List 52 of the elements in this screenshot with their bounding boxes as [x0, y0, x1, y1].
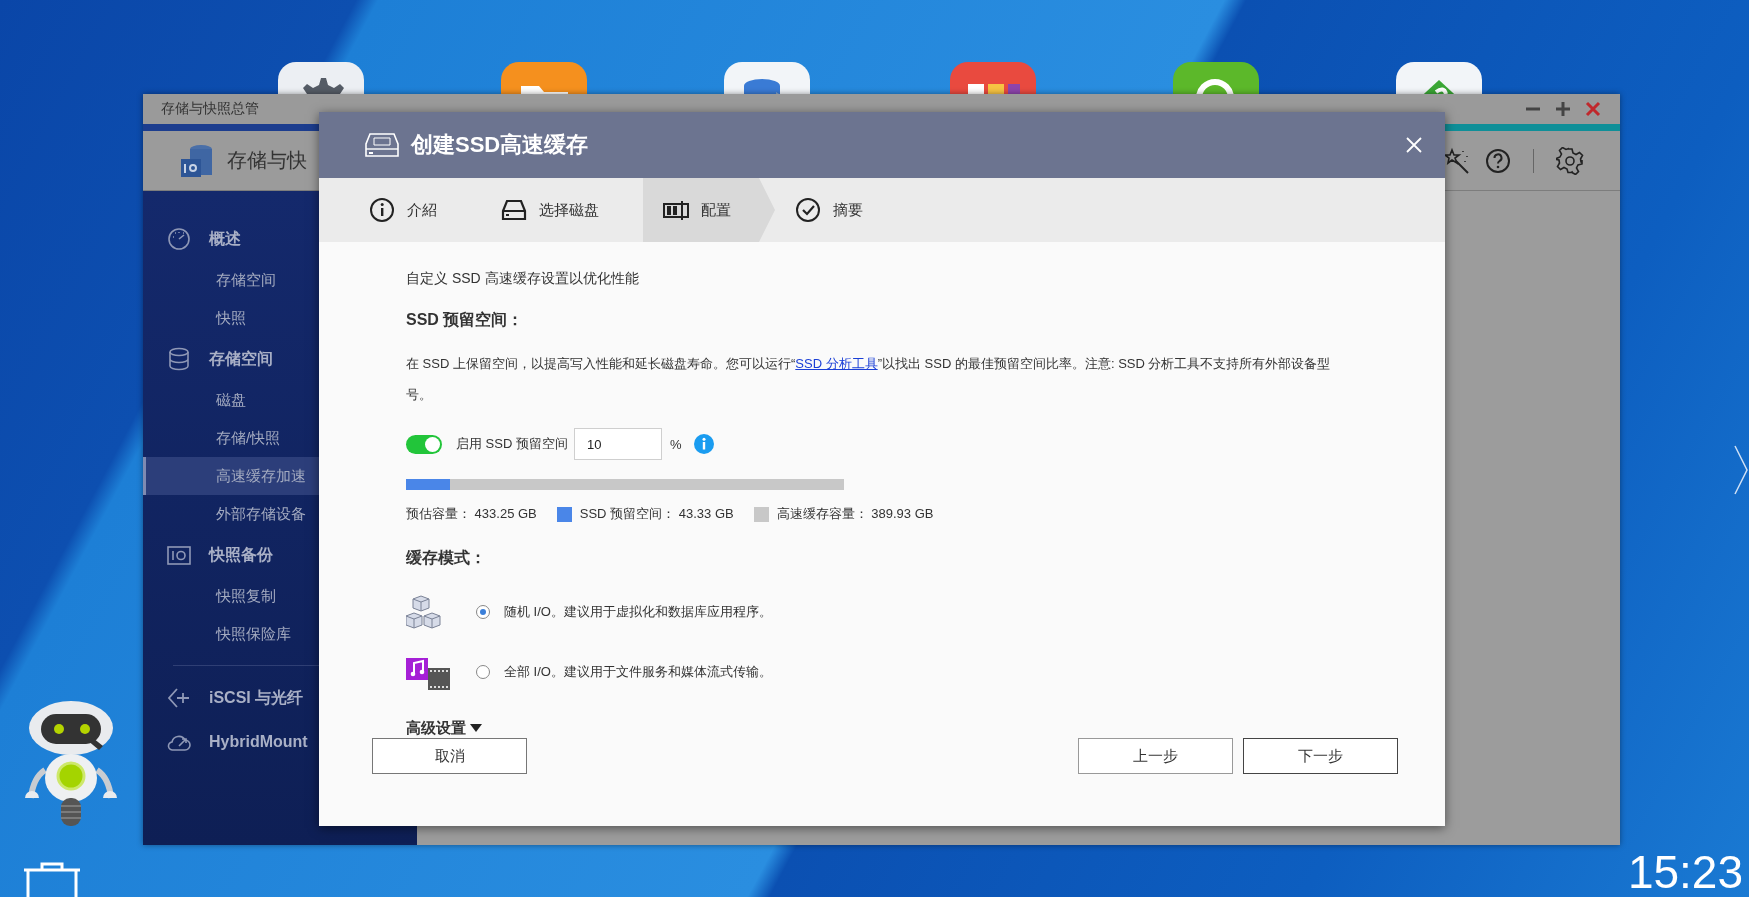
legend-label: 高速缓存容量： 389.93 GB — [776, 505, 934, 523]
unit-label: % — [669, 436, 682, 452]
ssd-drive-icon — [365, 132, 399, 158]
database-icon — [167, 347, 191, 371]
radio-button[interactable] — [476, 605, 490, 619]
wizard-step[interactable]: 选择磁盘 — [481, 178, 643, 242]
trash-icon[interactable] — [22, 862, 82, 897]
folder-app-icon[interactable] — [501, 62, 587, 94]
app-name: 存储与快 — [227, 148, 307, 173]
toggle-label: 启用 SSD 预留空间 — [456, 435, 568, 453]
next-button[interactable]: 下一步 — [1243, 738, 1398, 774]
maximize-icon[interactable] — [1554, 100, 1572, 118]
radio-label[interactable]: 全部 I/O。建议用于文件服务和媒体流式传输。 — [504, 663, 772, 681]
info-icon — [369, 197, 395, 223]
wizard-step[interactable]: 配置 — [643, 178, 775, 242]
search-app-icon[interactable] — [1173, 62, 1259, 94]
legend-label: SSD 预留空间： 43.33 GB — [579, 505, 734, 523]
diamond-app-icon[interactable] — [1396, 62, 1482, 94]
close-icon[interactable] — [1584, 100, 1602, 118]
drive-icon — [501, 197, 527, 223]
radio-label[interactable]: 随机 I/O。建议用于虚拟化和数据库应用程序。 — [504, 603, 772, 621]
camera-icon — [167, 543, 191, 567]
legend-label: 预估容量： 433.25 GB — [406, 505, 537, 523]
reserve-percent-field[interactable]: 10 — [573, 428, 662, 460]
description-text: 在 SSD 上保留空间，以提高写入性能和延长磁盘寿命。您可以运行“SSD 分析工具”以找出 SSD 的最佳预留空间比率。注意: SSD 分析工具不支持所有外部设备型号。 — [406, 355, 1332, 404]
section-heading: 缓存模式： — [406, 548, 486, 568]
database-app-icon[interactable] — [724, 62, 810, 94]
connector-icon — [167, 686, 191, 710]
magic-wand-icon[interactable] — [1443, 146, 1471, 175]
settings-icon[interactable] — [1556, 146, 1584, 175]
storage-logo-icon — [179, 142, 215, 179]
analysis-tool-link[interactable]: SSD 分析工具 — [795, 356, 878, 371]
wizard-step[interactable]: 摘要 — [775, 178, 907, 242]
window-title: 存储与快照总管 — [161, 100, 259, 118]
dialog-title: 创建SSD高速缓存 — [411, 131, 590, 159]
clock-time: 15:23 — [1627, 849, 1743, 895]
cancel-button[interactable]: 取消 — [372, 738, 527, 774]
section-heading: SSD 预留空间： — [406, 310, 524, 330]
toggle-switch[interactable] — [406, 434, 442, 454]
gauge-icon — [167, 227, 191, 251]
advanced-settings-toggle[interactable]: 高级设置 — [406, 718, 482, 738]
back-button[interactable]: 上一步 — [1078, 738, 1233, 774]
chevron-right-icon[interactable] — [1734, 445, 1748, 495]
radio-button[interactable] — [476, 665, 490, 679]
caret-down-icon — [470, 724, 482, 732]
info-icon[interactable] — [693, 434, 714, 454]
gear-app-icon[interactable] — [278, 62, 364, 94]
intro-text: 自定义 SSD 高速缓存设置以优化性能 — [406, 269, 639, 288]
check-circle-icon — [795, 197, 821, 223]
help-icon[interactable] — [1485, 147, 1511, 174]
tiles-app-icon[interactable] — [950, 62, 1036, 94]
sidebar-section[interactable]: iSCSI 与光纤 — [143, 676, 417, 720]
